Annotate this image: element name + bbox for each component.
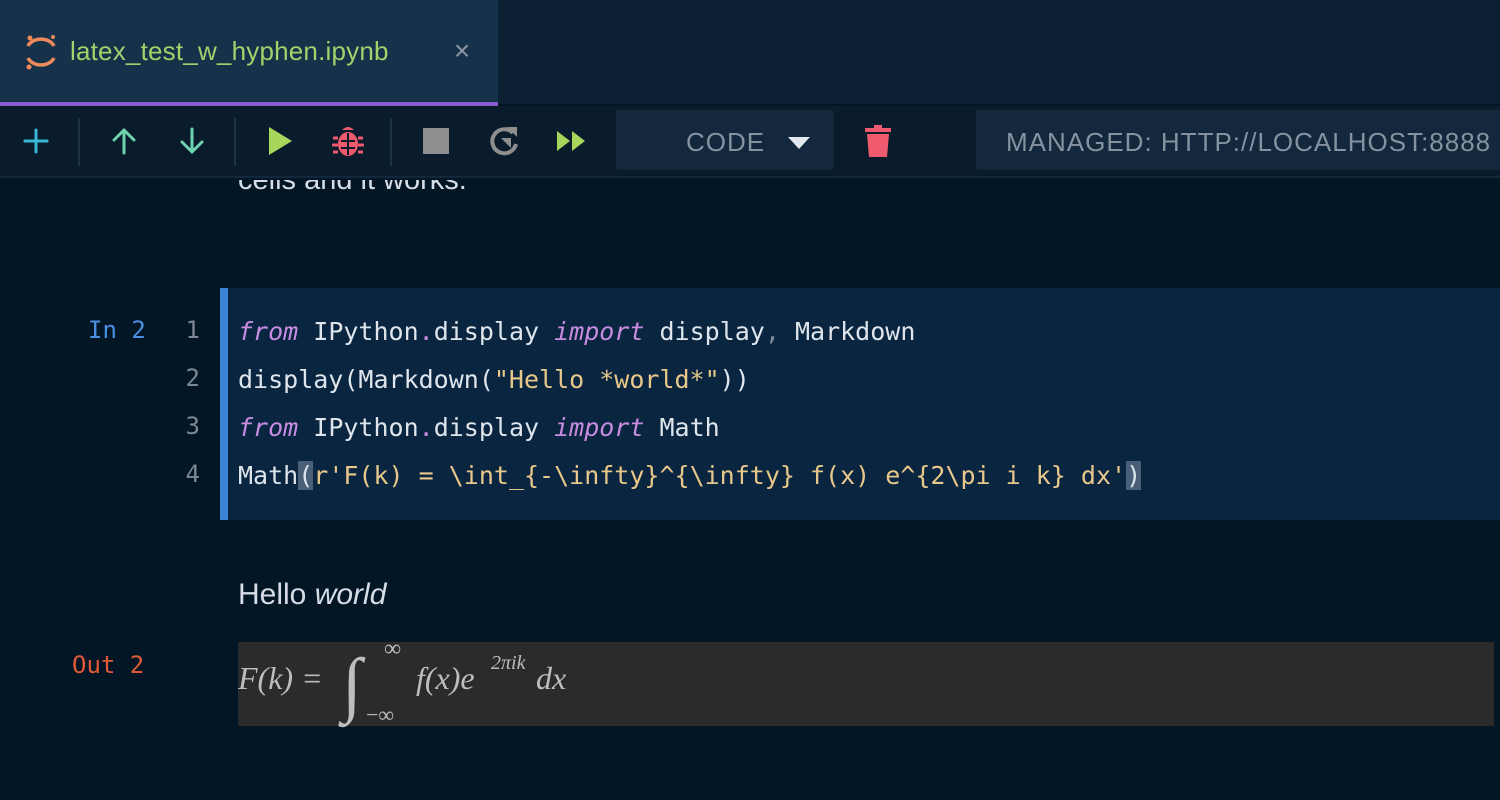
notebook-tab[interactable]: latex_test_w_hyphen.ipynb × <box>0 0 498 106</box>
math-differential: dx <box>536 660 567 696</box>
input-prompt: In 2 <box>88 316 146 344</box>
markdown-italic: world <box>314 578 387 611</box>
markdown-plain: Hello <box>238 578 315 611</box>
chevron-down-icon <box>788 137 810 149</box>
move-down-button[interactable] <box>172 106 212 176</box>
tab-title: latex_test_w_hyphen.ipynb <box>70 36 389 66</box>
add-cell-icon <box>23 128 49 154</box>
math-upper-limit: ∞ <box>384 636 402 662</box>
kernel-label: MANAGED: HTTP://LOCALHOST:8888 <box>1006 127 1492 157</box>
kernel-selector[interactable]: MANAGED: HTTP://LOCALHOST:8888 <box>976 110 1500 170</box>
math-exponent: 2πik <box>491 652 526 674</box>
move-up-button[interactable] <box>104 106 144 176</box>
markdown-output: Hello world <box>238 578 386 612</box>
cell-type-dropdown[interactable]: CODE <box>616 110 834 170</box>
add-cell-button[interactable] <box>16 106 56 176</box>
move-down-icon <box>180 127 204 154</box>
math-integral: ∫ <box>342 644 362 724</box>
code-line[interactable]: from IPython.display import display, Mar… <box>238 315 915 349</box>
debug-icon <box>332 127 364 156</box>
run-all-icon <box>557 131 585 151</box>
toolbar-divider <box>390 118 392 166</box>
math-lhs: F(k) = <box>238 660 323 696</box>
math-lower-limit: −∞ <box>366 702 395 727</box>
math-integrand: f(x)e <box>416 660 475 696</box>
line-number: 1 <box>185 316 200 344</box>
math-output: F(k) = ∫ ∞ −∞ f(x)e 2πik dx <box>238 636 1494 727</box>
line-number: 2 <box>185 364 200 392</box>
delete-cell-button[interactable] <box>860 106 896 176</box>
toolbar-divider <box>78 118 80 166</box>
cell-type-label: CODE <box>686 127 766 157</box>
jupyter-logo-icon <box>26 35 56 70</box>
run-cell-button[interactable] <box>262 106 298 176</box>
stop-button[interactable] <box>420 106 452 176</box>
stop-icon <box>423 128 449 154</box>
debug-cell-button[interactable] <box>330 106 366 176</box>
notebook-toolbar: CODE MANAGED: HTTP://LOCALHOST:8888 <box>0 106 1500 178</box>
trash-icon <box>865 125 891 157</box>
output-prompt: Out 2 <box>72 651 145 679</box>
code-line[interactable]: from IPython.display import Math <box>238 411 720 445</box>
line-number: 4 <box>185 460 200 488</box>
restart-kernel-button[interactable] <box>486 106 522 176</box>
run-icon <box>269 127 292 155</box>
line-number: 3 <box>185 412 200 440</box>
run-all-button[interactable] <box>554 106 590 176</box>
tab-bar: latex_test_w_hyphen.ipynb × <box>0 0 1500 106</box>
toolbar-divider <box>234 118 236 166</box>
restart-icon <box>490 127 518 156</box>
code-line[interactable]: display(Markdown("Hello *world*")) <box>238 363 750 397</box>
close-icon[interactable]: × <box>449 36 475 66</box>
move-up-icon <box>112 128 136 155</box>
code-line[interactable]: Math(r'F(k) = \int_{-\infty}^{\infty} f(… <box>238 459 1142 493</box>
